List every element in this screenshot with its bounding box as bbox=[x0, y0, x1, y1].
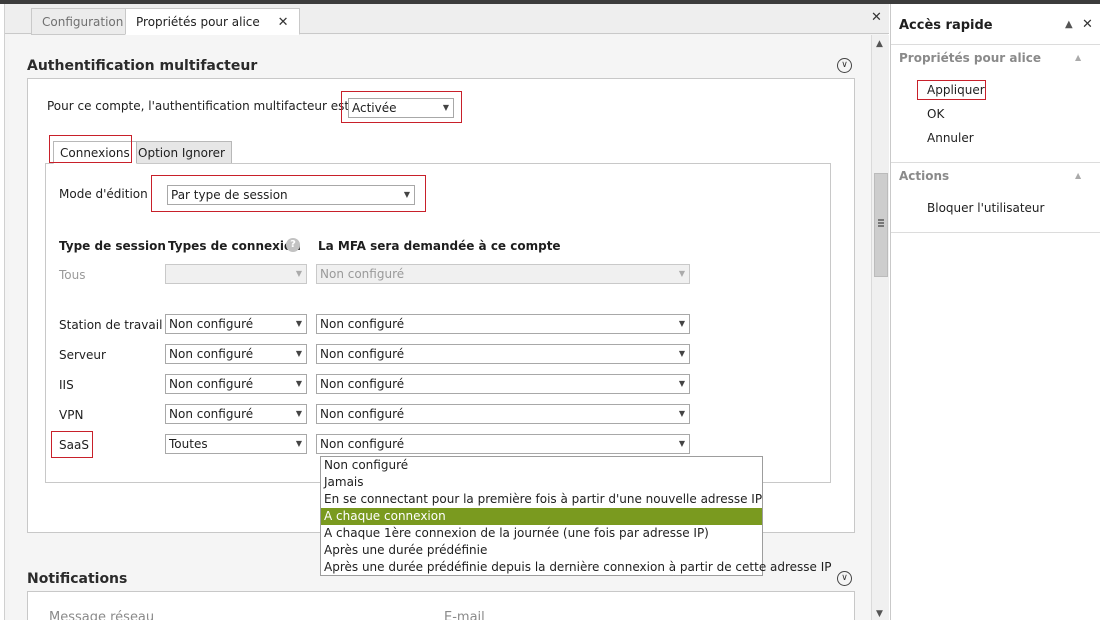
row-all-label: Tous bbox=[59, 268, 86, 282]
scroll-down-icon[interactable]: ▼ bbox=[876, 609, 883, 619]
group-properties-title: Propriétés pour alice bbox=[899, 51, 1041, 65]
edit-mode-highlight bbox=[151, 175, 426, 212]
edit-mode-label: Mode d'édition bbox=[59, 187, 148, 201]
help-icon[interactable]: ? bbox=[286, 238, 300, 252]
tab-configuration-label: Configuration bbox=[42, 15, 124, 29]
dropdown-option[interactable]: Non configuré bbox=[321, 457, 762, 474]
workstation-types-select[interactable]: Non configuré ▼ bbox=[165, 314, 307, 334]
saas-types-select[interactable]: Toutes ▼ bbox=[165, 434, 307, 454]
connexions-tab-highlight bbox=[49, 135, 132, 163]
tab-properties-alice-label: Propriétés pour alice bbox=[136, 15, 260, 29]
scroll-up-icon[interactable]: ▲ bbox=[876, 39, 883, 49]
status-highlight bbox=[341, 91, 462, 123]
server-mfa-value: Non configuré bbox=[320, 347, 405, 361]
close-panel-icon[interactable]: ✕ bbox=[871, 10, 882, 25]
chevron-up-icon[interactable]: ▲ bbox=[1075, 53, 1081, 62]
quick-access-panel: Accès rapide ▲ ✕ Propriétés pour alice ▲… bbox=[890, 4, 1100, 620]
all-types-select: ▼ bbox=[165, 264, 307, 284]
dropdown-option[interactable]: Jamais bbox=[321, 474, 762, 491]
saas-mfa-value: Non configuré bbox=[320, 437, 405, 451]
main-panel: Configuration Propriétés pour alice ✕ ✕ … bbox=[4, 4, 889, 620]
iis-types-select[interactable]: Non configuré ▼ bbox=[165, 374, 307, 394]
tab-properties-alice[interactable]: Propriétés pour alice ✕ bbox=[125, 8, 300, 35]
chevron-down-icon: ▼ bbox=[295, 439, 302, 448]
server-types-value: Non configuré bbox=[169, 347, 254, 361]
document-tab-bar: Configuration Propriétés pour alice ✕ ✕ bbox=[5, 4, 889, 35]
saas-types-value: Toutes bbox=[169, 437, 208, 451]
chevron-down-icon: ▼ bbox=[295, 349, 302, 358]
dropdown-option[interactable]: Après une durée prédéfinie bbox=[321, 542, 762, 559]
saas-mfa-select[interactable]: Non configuré ▼ bbox=[316, 434, 690, 454]
header-connection-types: Types de connexion bbox=[168, 239, 301, 253]
divider bbox=[891, 162, 1100, 163]
chevron-down-icon: ▼ bbox=[678, 439, 685, 448]
all-mfa-value: Non configuré bbox=[320, 267, 405, 281]
network-message-label: Message réseau bbox=[49, 610, 155, 620]
dropdown-option[interactable]: A chaque 1ère connexion de la journée (u… bbox=[321, 525, 762, 542]
iis-types-value: Non configuré bbox=[169, 377, 254, 391]
group-actions-title: Actions bbox=[899, 169, 950, 183]
collapse-mfa-icon[interactable]: ∨ bbox=[837, 58, 852, 73]
dropdown-option[interactable]: Après une durée prédéfinie depuis la der… bbox=[321, 559, 832, 576]
header-mfa-required: La MFA sera demandée à ce compte bbox=[318, 239, 561, 253]
vpn-mfa-select[interactable]: Non configuré ▼ bbox=[316, 404, 690, 424]
properties-content: Authentification multifacteur ∨ Pour ce … bbox=[9, 35, 871, 620]
server-mfa-select[interactable]: Non configuré ▼ bbox=[316, 344, 690, 364]
workstation-mfa-value: Non configuré bbox=[320, 317, 405, 331]
dropdown-option-selected[interactable]: A chaque connexion bbox=[321, 508, 762, 525]
chevron-down-icon: ▼ bbox=[678, 319, 685, 328]
iis-mfa-value: Non configuré bbox=[320, 377, 405, 391]
quick-access-title: Accès rapide bbox=[899, 18, 993, 33]
chevron-down-icon: ▼ bbox=[678, 349, 685, 358]
dropdown-option[interactable]: En se connectant pour la première fois à… bbox=[321, 491, 762, 508]
divider bbox=[891, 232, 1100, 233]
row-iis-label: IIS bbox=[59, 378, 74, 392]
row-vpn-label: VPN bbox=[59, 408, 84, 422]
cancel-action[interactable]: Annuler bbox=[927, 131, 974, 145]
pin-icon[interactable]: ▲ bbox=[1065, 19, 1073, 30]
server-types-select[interactable]: Non configuré ▼ bbox=[165, 344, 307, 364]
tab-option-ignorer-label: Option Ignorer bbox=[138, 146, 225, 160]
vpn-types-select[interactable]: Non configuré ▼ bbox=[165, 404, 307, 424]
saas-mfa-dropdown-list: Non configuré Jamais En se connectant po… bbox=[320, 456, 832, 576]
vpn-mfa-value: Non configuré bbox=[320, 407, 405, 421]
tab-configuration[interactable]: Configuration bbox=[31, 8, 135, 35]
all-mfa-select: Non configuré ▼ bbox=[316, 264, 690, 284]
row-workstation-label: Station de travail bbox=[59, 318, 163, 332]
mfa-account-label: Pour ce compte, l'authentification multi… bbox=[47, 99, 350, 113]
workstation-types-value: Non configuré bbox=[169, 317, 254, 331]
chevron-down-icon: ▼ bbox=[678, 379, 685, 388]
divider bbox=[891, 44, 1100, 45]
vpn-types-value: Non configuré bbox=[169, 407, 254, 421]
notifications-section-title: Notifications bbox=[27, 571, 128, 587]
block-user-action[interactable]: Bloquer l'utilisateur bbox=[927, 201, 1044, 215]
apply-highlight bbox=[917, 80, 986, 100]
chevron-down-icon: ▼ bbox=[295, 379, 302, 388]
chevron-down-icon: ▼ bbox=[678, 269, 685, 278]
row-server-label: Serveur bbox=[59, 348, 106, 362]
chevron-down-icon: ▼ bbox=[295, 319, 302, 328]
close-panel-icon[interactable]: ✕ bbox=[1082, 17, 1093, 32]
chevron-down-icon: ▼ bbox=[295, 269, 302, 278]
close-tab-icon[interactable]: ✕ bbox=[278, 10, 289, 36]
workstation-mfa-select[interactable]: Non configuré ▼ bbox=[316, 314, 690, 334]
grip-icon bbox=[878, 219, 884, 227]
collapse-notifications-icon[interactable]: ∨ bbox=[837, 571, 852, 586]
scrollbar-thumb[interactable] bbox=[874, 173, 888, 277]
mfa-section-title: Authentification multifacteur bbox=[27, 58, 258, 74]
header-session-type: Type de session bbox=[59, 239, 166, 253]
iis-mfa-select[interactable]: Non configuré ▼ bbox=[316, 374, 690, 394]
tab-option-ignorer[interactable]: Option Ignorer bbox=[131, 141, 232, 165]
ok-action[interactable]: OK bbox=[927, 107, 944, 121]
chevron-down-icon: ▼ bbox=[295, 409, 302, 418]
vertical-scrollbar[interactable]: ▲ ▼ bbox=[871, 35, 889, 620]
saas-highlight bbox=[51, 431, 93, 458]
chevron-up-icon[interactable]: ▲ bbox=[1075, 171, 1081, 180]
email-label: E-mail bbox=[444, 610, 485, 620]
chevron-down-icon: ▼ bbox=[678, 409, 685, 418]
